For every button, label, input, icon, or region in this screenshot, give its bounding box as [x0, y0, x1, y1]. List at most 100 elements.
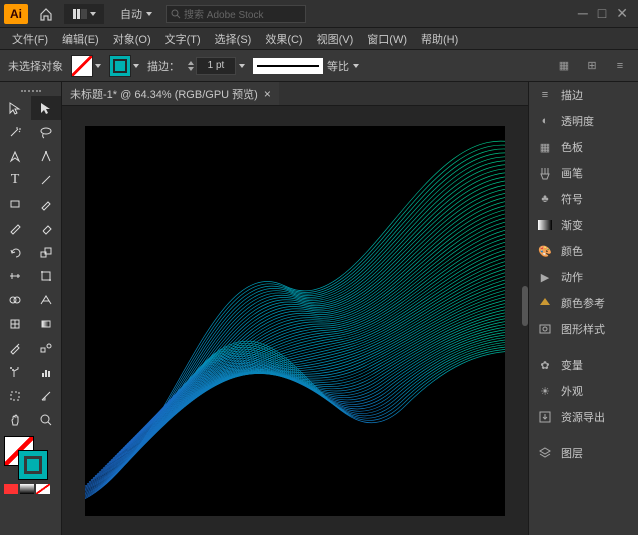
chevron-down-icon[interactable]: [133, 64, 139, 68]
search-placeholder: 搜索 Adobe Stock: [184, 6, 263, 21]
document-tabs: 未标题-1* @ 64.34% (RGB/GPU 预览) ×: [62, 82, 528, 106]
symbols-icon: ♣: [537, 191, 553, 207]
panel-transparency[interactable]: ◐透明度: [529, 108, 638, 134]
width-tool[interactable]: [0, 264, 30, 288]
stroke-color-swatch[interactable]: [18, 450, 48, 480]
stroke-weight-down[interactable]: [188, 67, 194, 71]
close-button[interactable]: ✕: [616, 5, 628, 22]
ratio-label: 等比: [327, 58, 349, 74]
color-mode-gradient[interactable]: [20, 484, 34, 494]
panel-symbols[interactable]: ♣符号: [529, 186, 638, 212]
minimize-button[interactable]: ─: [578, 5, 588, 22]
panel-asset-export[interactable]: 资源导出: [529, 404, 638, 430]
blend-tool[interactable]: [31, 336, 61, 360]
stroke-weight-input[interactable]: [196, 57, 236, 75]
line-tool[interactable]: [31, 168, 61, 192]
magic-wand-tool[interactable]: [0, 120, 30, 144]
chevron-down-icon[interactable]: [353, 64, 359, 68]
layers-icon: [537, 445, 553, 461]
maximize-button[interactable]: □: [598, 5, 606, 22]
canvas-viewport[interactable]: [62, 106, 528, 535]
eraser-tool[interactable]: [31, 216, 61, 240]
shape-builder-tool[interactable]: [0, 288, 30, 312]
title-bar: Ai 自动 搜索 Adobe Stock ─ □ ✕: [0, 0, 638, 28]
arrange-documents-dropdown[interactable]: 自动: [114, 4, 158, 24]
eyedropper-tool[interactable]: [0, 336, 30, 360]
color-mode-solid[interactable]: [4, 484, 18, 494]
menu-help[interactable]: 帮助(H): [415, 29, 464, 49]
stroke-swatch[interactable]: [109, 55, 131, 77]
menu-type[interactable]: 文字(T): [159, 29, 207, 49]
panel-swatches[interactable]: ▦色板: [529, 134, 638, 160]
fill-swatch[interactable]: [71, 55, 93, 77]
search-input[interactable]: 搜索 Adobe Stock: [166, 5, 306, 23]
align-icon[interactable]: ▦: [554, 57, 574, 75]
menu-bar: 文件(F) 编辑(E) 对象(O) 文字(T) 选择(S) 效果(C) 视图(V…: [0, 28, 638, 50]
type-tool[interactable]: T: [0, 168, 30, 192]
panel-graphic-styles[interactable]: 图形样式: [529, 316, 638, 342]
panel-stroke[interactable]: ≡描边: [529, 82, 638, 108]
panel-gradient[interactable]: 渐变: [529, 212, 638, 238]
panel-variables[interactable]: ✿变量: [529, 352, 638, 378]
symbol-sprayer-tool[interactable]: [0, 360, 30, 384]
hand-tool[interactable]: [0, 408, 30, 432]
selection-tool[interactable]: [0, 96, 30, 120]
panel-menu-icon[interactable]: ≡: [610, 57, 630, 75]
menu-file[interactable]: 文件(F): [6, 29, 54, 49]
mesh-tool[interactable]: [0, 312, 30, 336]
scale-tool[interactable]: [31, 240, 61, 264]
tools-handle[interactable]: [0, 86, 61, 96]
tools-panel: T: [0, 82, 62, 535]
app-logo: Ai: [4, 4, 28, 24]
transparency-icon: ◐: [537, 113, 553, 129]
gradient-tool[interactable]: [31, 312, 61, 336]
home-icon[interactable]: [34, 4, 58, 24]
panel-color-guide[interactable]: 颜色参考: [529, 290, 638, 316]
window-controls: ─ □ ✕: [578, 5, 634, 22]
lasso-tool[interactable]: [31, 120, 61, 144]
stroke-icon: ≡: [537, 87, 553, 103]
direct-selection-tool[interactable]: [31, 96, 61, 120]
zoom-tool[interactable]: [31, 408, 61, 432]
pencil-tool[interactable]: [0, 216, 30, 240]
column-graph-tool[interactable]: [31, 360, 61, 384]
panel-actions[interactable]: ▶动作: [529, 264, 638, 290]
panel-layers[interactable]: 图层: [529, 440, 638, 466]
artboard-tool[interactable]: [0, 384, 30, 408]
workspace-switcher[interactable]: [64, 4, 104, 24]
rotate-tool[interactable]: [0, 240, 30, 264]
slice-tool[interactable]: [31, 384, 61, 408]
menu-edit[interactable]: 编辑(E): [56, 29, 105, 49]
color-mode-none[interactable]: [36, 484, 50, 494]
menu-select[interactable]: 选择(S): [209, 29, 258, 49]
pen-tool[interactable]: [0, 144, 30, 168]
menu-object[interactable]: 对象(O): [107, 29, 157, 49]
appearance-icon: ☀: [537, 383, 553, 399]
color-controls: [0, 432, 61, 498]
profile-preview[interactable]: [253, 58, 323, 74]
stroke-label: 描边：: [147, 58, 180, 74]
panel-brushes[interactable]: 画笔: [529, 160, 638, 186]
vertical-scrollbar[interactable]: [522, 286, 528, 326]
chevron-down-icon[interactable]: [239, 64, 245, 68]
menu-window[interactable]: 窗口(W): [361, 29, 413, 49]
perspective-grid-tool[interactable]: [31, 288, 61, 312]
graphic-styles-icon: [537, 321, 553, 337]
curvature-tool[interactable]: [31, 144, 61, 168]
panel-color[interactable]: 🎨颜色: [529, 238, 638, 264]
menu-effect[interactable]: 效果(C): [259, 29, 308, 49]
chevron-down-icon[interactable]: [95, 64, 101, 68]
free-transform-tool[interactable]: [31, 264, 61, 288]
brushes-icon: [537, 165, 553, 181]
paintbrush-tool[interactable]: [31, 192, 61, 216]
document-tab[interactable]: 未标题-1* @ 64.34% (RGB/GPU 预览) ×: [62, 82, 279, 105]
menu-view[interactable]: 视图(V): [311, 29, 360, 49]
rectangle-tool[interactable]: [0, 192, 30, 216]
transform-icon[interactable]: ⊞: [582, 57, 602, 75]
main-area: T: [0, 82, 638, 535]
close-tab-icon[interactable]: ×: [264, 87, 271, 101]
artboard[interactable]: [85, 126, 505, 516]
panel-appearance[interactable]: ☀外观: [529, 378, 638, 404]
stroke-weight-up[interactable]: [188, 61, 194, 65]
export-icon: [537, 409, 553, 425]
